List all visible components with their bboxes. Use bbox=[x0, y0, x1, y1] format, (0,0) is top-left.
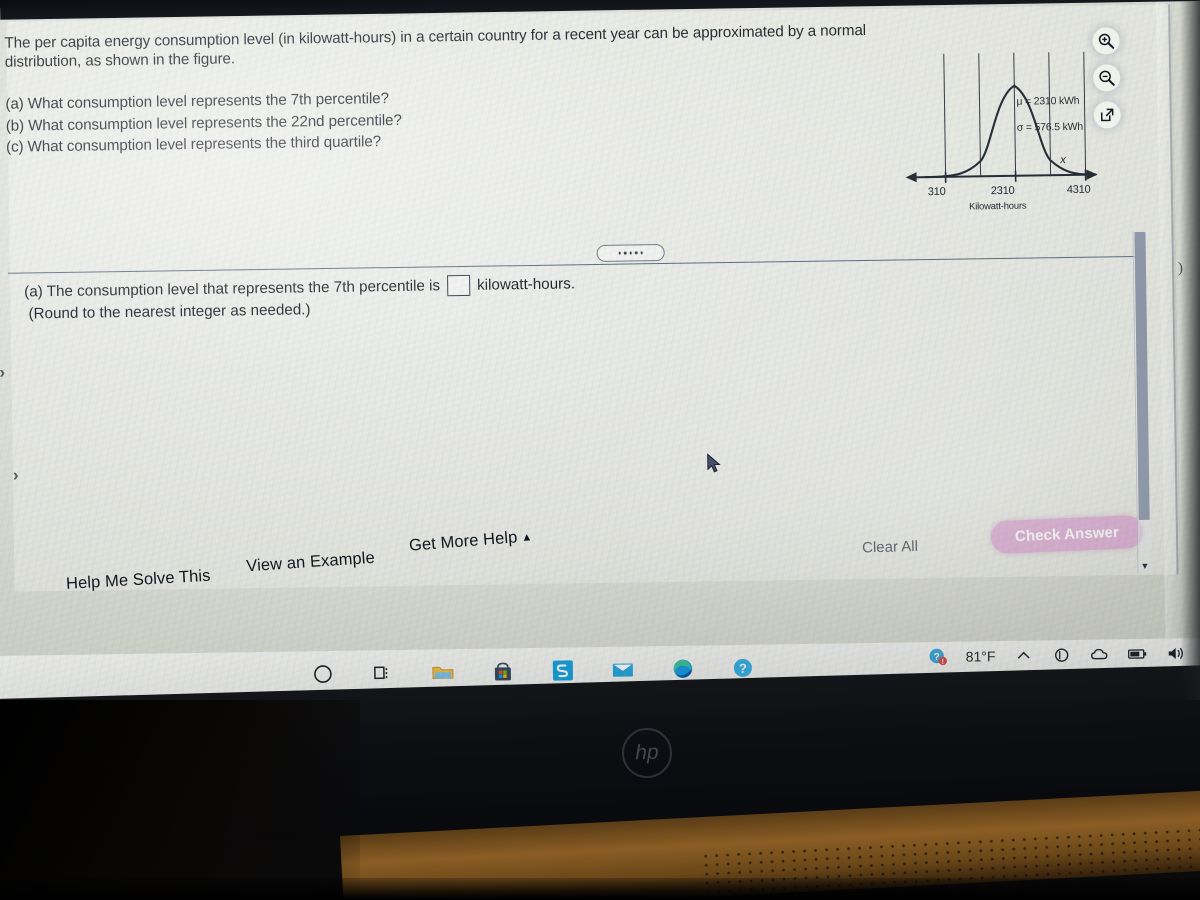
more-options-pill-button[interactable] bbox=[596, 243, 665, 262]
skype-icon[interactable] bbox=[548, 655, 578, 685]
normal-curve-chart bbox=[905, 51, 1098, 183]
nav-chevron-upper-icon[interactable]: › bbox=[0, 363, 5, 383]
system-tray: ? ! 81°F bbox=[928, 643, 1186, 667]
weather-temperature[interactable]: 81°F bbox=[966, 648, 996, 664]
file-explorer-icon[interactable] bbox=[428, 657, 458, 687]
cloud-icon[interactable] bbox=[1089, 644, 1109, 664]
pill-dot bbox=[634, 251, 638, 255]
normal-distribution-figure[interactable]: μ = 2310 kWh σ = 576.5 kWh x 310 2310 43… bbox=[894, 43, 1107, 226]
microsoft-store-icon[interactable] bbox=[488, 656, 518, 686]
screen-right-shadow bbox=[1180, 0, 1200, 700]
cortana-circle-icon[interactable] bbox=[308, 659, 338, 689]
figure-sigma-annotation: σ = 576.5 kWh bbox=[1016, 120, 1084, 134]
zoom-out-icon[interactable] bbox=[1092, 64, 1121, 92]
clear-all-button[interactable]: Clear All bbox=[862, 538, 918, 557]
pill-dot bbox=[640, 251, 643, 255]
zoom-in-icon[interactable] bbox=[1092, 27, 1120, 55]
answer-prefix-text: (a) The consumption level that represent… bbox=[24, 277, 441, 301]
pill-dot bbox=[623, 251, 627, 255]
scroll-down-arrow-icon[interactable]: ▼ bbox=[1138, 561, 1151, 571]
laptop-screen: › › The per capita energy consumption le… bbox=[0, 0, 1200, 724]
help-notification-icon[interactable]: ? ! bbox=[928, 647, 948, 667]
answer-suffix-text: kilowatt-hours. bbox=[476, 275, 576, 294]
question-parts: (a) What consumption level represents th… bbox=[5, 83, 706, 158]
figure-tick-label-3: 4310 bbox=[1066, 183, 1091, 197]
laptop-screen-photo: › › The per capita energy consumption le… bbox=[0, 0, 1200, 900]
onedrive-icon[interactable] bbox=[1051, 645, 1071, 665]
caret-up-icon: ▲ bbox=[521, 530, 534, 544]
svg-text:!: ! bbox=[942, 659, 944, 666]
photo-shadow-bottom bbox=[0, 878, 1200, 900]
photo-shadow-left bbox=[0, 700, 360, 900]
mouse-cursor bbox=[707, 453, 722, 479]
check-answer-button[interactable]: Check Answer bbox=[990, 514, 1144, 555]
answer-input[interactable] bbox=[446, 274, 471, 297]
figure-axis-variable-label: x bbox=[1060, 154, 1066, 167]
figure-tick-label-1: 310 bbox=[927, 185, 946, 199]
svg-text:?: ? bbox=[739, 661, 747, 676]
figure-axis-caption: Kilowatt-hours bbox=[968, 200, 1027, 213]
pill-dot bbox=[618, 251, 621, 255]
pop-out-icon[interactable] bbox=[1093, 101, 1121, 129]
figure-mean-annotation: μ = 2310 kWh bbox=[1016, 94, 1080, 108]
figure-tick-label-2: 2310 bbox=[990, 184, 1015, 198]
nav-chevron-lower-icon[interactable]: › bbox=[13, 466, 19, 486]
pill-dot bbox=[629, 251, 632, 255]
figure-tool-buttons bbox=[1092, 27, 1121, 129]
task-view-icon[interactable] bbox=[368, 658, 398, 688]
show-hidden-icons-chevron-icon[interactable] bbox=[1013, 646, 1033, 666]
battery-icon[interactable] bbox=[1127, 644, 1147, 664]
